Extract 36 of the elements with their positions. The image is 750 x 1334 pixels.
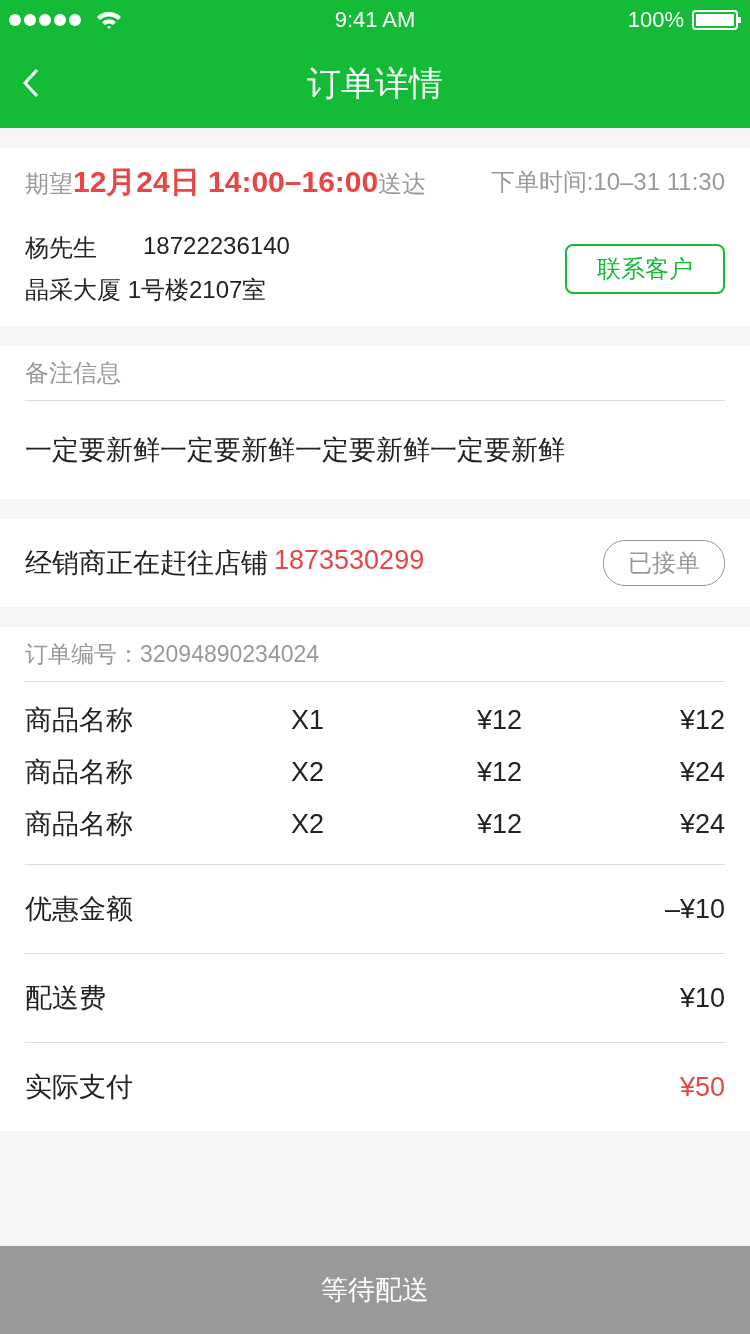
battery-percent: 100%	[627, 7, 684, 33]
summary-value: ¥10	[679, 982, 725, 1014]
dealer-status-text: 经销商正在赶往店铺	[25, 547, 268, 580]
customer-name: 杨先生	[25, 233, 97, 263]
dealer-phone: 1873530299	[274, 545, 425, 577]
expected-delivery: 期望12月24日 14:00–16:00送达	[25, 163, 427, 200]
accepted-badge: 已接单	[603, 540, 725, 586]
summary-label: 实际支付	[25, 1071, 133, 1104]
product-price: ¥12	[476, 808, 524, 840]
product-quantity: X2	[291, 756, 326, 788]
customer-address: 晶采大厦 1号楼2107室	[25, 275, 268, 305]
battery-icon	[692, 10, 742, 30]
product-quantity: X2	[291, 808, 326, 840]
notes-text: 一定要新鲜一定要新鲜一定要新鲜一定要新鲜	[25, 434, 566, 467]
order-time: 下单时间:10–31 11:30	[490, 167, 725, 197]
product-subtotal: ¥24	[678, 808, 725, 840]
summary-label: 配送费	[25, 982, 106, 1015]
wifi-icon	[96, 10, 122, 30]
summary-label: 优惠金额	[25, 893, 133, 926]
page-title: 订单详情	[307, 63, 443, 104]
status-time: 9:41 AM	[334, 7, 416, 33]
product-price: ¥12	[476, 756, 524, 788]
waiting-delivery-button[interactable]: 等待配送	[0, 1246, 750, 1334]
product-name: 商品名称	[25, 756, 134, 789]
contact-customer-button[interactable]: 联系客户	[565, 244, 725, 294]
product-subtotal: ¥12	[678, 704, 725, 736]
product-quantity: X1	[291, 704, 326, 736]
product-name: 商品名称	[25, 704, 134, 737]
product-name: 商品名称	[25, 808, 134, 841]
summary-value: –¥10	[664, 893, 725, 925]
product-subtotal: ¥24	[678, 756, 725, 788]
summary-value: ¥50	[679, 1071, 725, 1103]
notes-label: 备注信息	[25, 346, 725, 401]
order-number: 订单编号：32094890234024	[25, 627, 725, 682]
product-price: ¥12	[476, 704, 524, 736]
customer-phone: 18722236140	[143, 232, 290, 261]
